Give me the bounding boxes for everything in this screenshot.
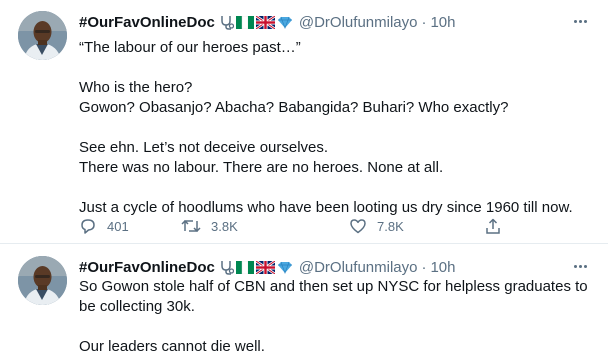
author-handle[interactable]: @DrOlufunmilayo [299, 259, 418, 276]
tweet-line: See ehn. Let’s not deceive ourselves. [79, 139, 329, 156]
uk-flag-icon [255, 15, 275, 29]
tweet-line: Our leaders cannot die well. [79, 338, 265, 355]
share-icon [486, 218, 500, 234]
tweet-line: Gowon? Obasanjo? Abacha? Babangida? Buha… [79, 99, 509, 116]
blue-diamond-icon [277, 261, 292, 274]
timestamp[interactable]: 10h [430, 14, 455, 31]
tweet-line: “The labour of our heroes past…” [79, 39, 301, 56]
reply-button[interactable]: 401 [79, 216, 129, 236]
timestamp[interactable]: 10h [430, 259, 455, 276]
tweet-line: be collecting 30k. [79, 298, 195, 315]
like-button[interactable]: 7.8K [349, 216, 404, 236]
nigeria-flag-icon [235, 260, 254, 274]
reply-icon [81, 219, 95, 234]
author-name[interactable]: #OurFavOnlineDoc [79, 259, 215, 276]
avatar[interactable] [18, 11, 67, 60]
heart-icon [350, 219, 366, 234]
nigeria-flag-icon [235, 15, 254, 29]
retweet-icon [181, 220, 201, 232]
author-name[interactable]: #OurFavOnlineDoc [79, 14, 215, 31]
tweet-line: So Gowon stole half of CBN and then set … [79, 278, 588, 295]
tweet-actions: 401 3.8K 7.8K [79, 216, 509, 236]
author-handle[interactable]: @DrOlufunmilayo [299, 14, 418, 31]
avatar[interactable] [18, 256, 67, 305]
more-options-icon[interactable] [570, 259, 590, 273]
share-button[interactable] [484, 216, 502, 236]
stethoscope-icon [221, 261, 234, 275]
tweet-text: “The labour of our heroes past…” Who is … [79, 38, 591, 218]
tweet-line: Just a cycle of hoodlums who have been l… [79, 199, 573, 216]
like-count: 7.8K [377, 218, 404, 234]
retweet-count: 3.8K [211, 218, 238, 234]
uk-flag-icon [255, 260, 275, 274]
separator-dot: · [421, 13, 427, 31]
tweet-text: So Gowon stole half of CBN and then set … [79, 277, 591, 357]
tweet[interactable]: #OurFavOnlineDoc [0, 0, 608, 244]
tweet-header: #OurFavOnlineDoc @DrOlufunmilayo · 10h [79, 12, 456, 32]
stethoscope-icon [221, 16, 234, 30]
tweet-header: #OurFavOnlineDoc @DrOlufunmilayo · 10h [79, 257, 456, 277]
retweet-button[interactable]: 3.8K [181, 216, 238, 236]
tweet-line: Who is the hero? [79, 79, 193, 96]
separator-dot: · [421, 258, 427, 276]
more-options-icon[interactable] [570, 14, 590, 28]
name-badges [219, 14, 293, 30]
reply-count: 401 [107, 218, 129, 234]
name-badges [219, 259, 293, 275]
blue-diamond-icon [277, 16, 292, 29]
tweet-line: There was no labour. There are no heroes… [79, 159, 444, 176]
tweet[interactable]: #OurFavOnlineDoc [0, 245, 608, 358]
